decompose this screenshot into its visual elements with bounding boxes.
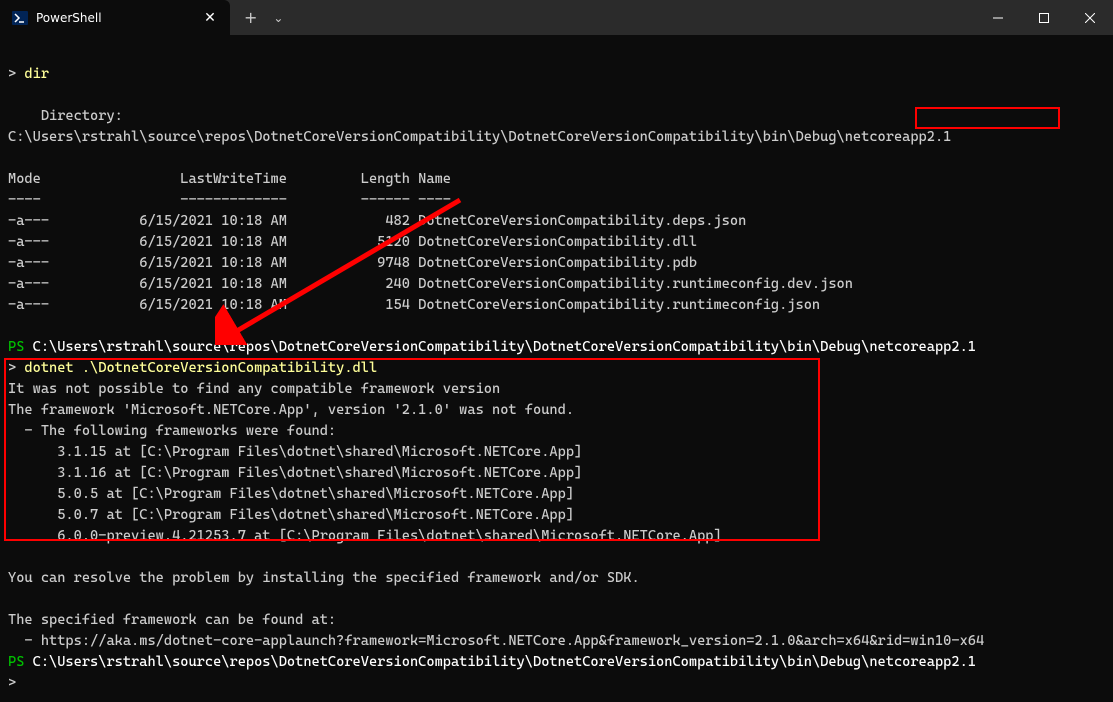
error-line: The framework 'Microsoft.NETCore.App', v…: [8, 402, 574, 418]
ps-prefix: PS: [8, 654, 33, 670]
directory-path: C:\Users\rstrahl\source\repos\DotnetCore…: [8, 129, 951, 145]
error-line: 5.0.7 at [C:\Program Files\dotnet\shared…: [8, 507, 574, 523]
tab-close-button[interactable]: ✕: [200, 10, 220, 26]
dir-header: Mode LastWriteTime Length Name: [8, 171, 451, 187]
error-line: 3.1.15 at [C:\Program Files\dotnet\share…: [8, 444, 582, 460]
dir-row: -a--- 6/15/2021 10:18 AM 240 DotnetCoreV…: [8, 276, 853, 292]
prompt-symbol: >: [8, 675, 16, 691]
minimize-button[interactable]: [975, 0, 1021, 35]
powershell-icon: [12, 10, 28, 26]
dir-row: -a--- 6/15/2021 10:18 AM 5120 DotnetCore…: [8, 234, 697, 250]
tab-title: PowerShell: [36, 11, 192, 25]
command-dotnet: dotnet .\DotnetCoreVersionCompatibility.…: [24, 360, 377, 376]
error-line: 5.0.5 at [C:\Program Files\dotnet\shared…: [8, 486, 574, 502]
tab-powershell[interactable]: PowerShell ✕: [0, 0, 230, 35]
error-line: 3.1.16 at [C:\Program Files\dotnet\share…: [8, 465, 582, 481]
error-line: It was not possible to find any compatib…: [8, 381, 500, 397]
ps-path: C:\Users\rstrahl\source\repos\DotnetCore…: [33, 339, 976, 355]
window-controls: [975, 0, 1113, 35]
dir-row: -a--- 6/15/2021 10:18 AM 482 DotnetCoreV…: [8, 213, 746, 229]
command-dir: dir: [24, 66, 49, 82]
dir-row: -a--- 6/15/2021 10:18 AM 154 DotnetCoreV…: [8, 297, 820, 313]
error-line: 6.0.0-preview.4.21253.7 at [C:\Program F…: [8, 528, 722, 544]
dir-divider: ---- ------------- ------ ----: [8, 192, 451, 208]
maximize-button[interactable]: [1021, 0, 1067, 35]
error-line: - The following frameworks were found:: [8, 423, 336, 439]
directory-label: Directory:: [8, 108, 123, 124]
tab-dropdown-button[interactable]: ⌄: [273, 11, 283, 25]
prompt-symbol: >: [8, 360, 24, 376]
resolve-line: You can resolve the problem by installin…: [8, 570, 640, 586]
ps-prefix: PS: [8, 339, 33, 355]
tab-actions: + ⌄: [230, 0, 283, 35]
found-at-line: The specified framework can be found at:: [8, 612, 336, 628]
terminal[interactable]: > dir Directory: C:\Users\rstrahl\source…: [0, 35, 1113, 702]
close-button[interactable]: [1067, 0, 1113, 35]
new-tab-button[interactable]: +: [244, 8, 257, 27]
title-bar: PowerShell ✕ + ⌄: [0, 0, 1113, 35]
dir-row: -a--- 6/15/2021 10:18 AM 9748 DotnetCore…: [8, 255, 697, 271]
prompt-symbol: >: [8, 66, 24, 82]
found-url-line: - https://aka.ms/dotnet-core-applaunch?f…: [8, 633, 984, 649]
ps-path: C:\Users\rstrahl\source\repos\DotnetCore…: [33, 654, 976, 670]
